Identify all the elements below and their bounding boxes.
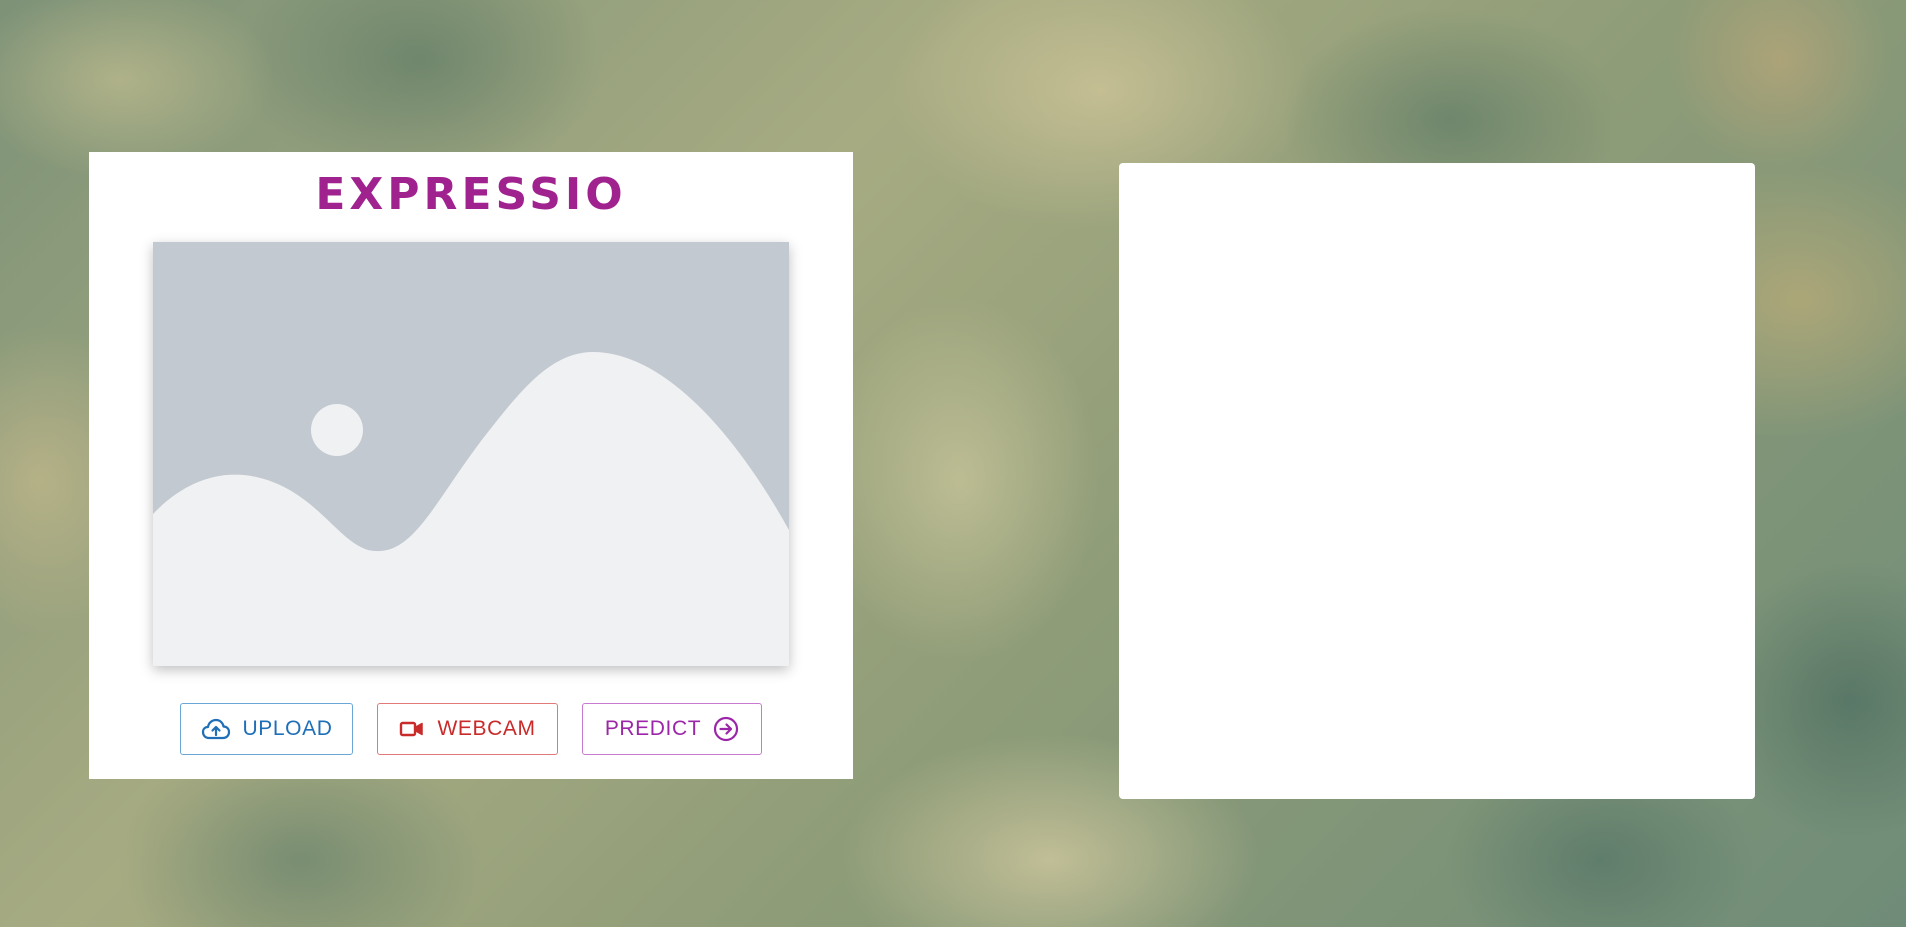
image-placeholder-icon: [153, 242, 789, 666]
input-panel: EXPRESSIO UPLOAD WEBCAM PREDICT: [89, 152, 853, 779]
video-camera-icon: [400, 721, 424, 737]
upload-button[interactable]: UPLOAD: [180, 703, 353, 755]
webcam-button[interactable]: WEBCAM: [377, 703, 558, 755]
result-panel: [1119, 163, 1755, 799]
image-preview: [153, 242, 789, 666]
upload-label: UPLOAD: [242, 717, 333, 740]
app-title: EXPRESSIO: [315, 169, 627, 220]
predict-button[interactable]: PREDICT: [582, 703, 762, 755]
webcam-label: WEBCAM: [437, 717, 536, 740]
cloud-upload-icon: [201, 718, 230, 740]
predict-label: PREDICT: [604, 717, 702, 740]
arrow-circle-right-icon: [714, 716, 739, 742]
